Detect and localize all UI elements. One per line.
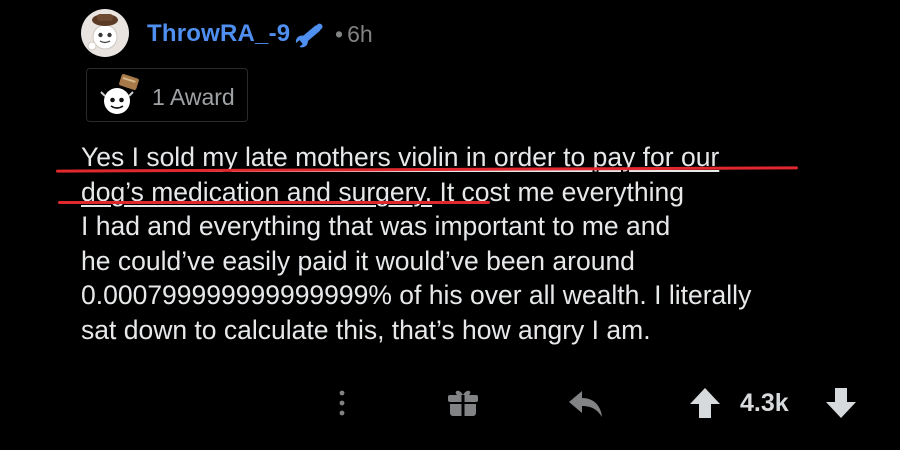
- comment-line: he could’ve easily paid it would’ve been…: [81, 244, 871, 279]
- username-link[interactable]: ThrowRA_-9: [147, 20, 290, 48]
- comment: ThrowRA_-9 • 6h 1 Award Yes I sold my lat…: [0, 0, 900, 450]
- comment-line: I had and everything that was important …: [81, 209, 871, 244]
- mod-badge: [291, 17, 329, 51]
- reply-button[interactable]: [566, 387, 606, 421]
- comment-line: sat down to calculate this, that’s how a…: [81, 313, 871, 348]
- wrench-icon: [294, 23, 323, 48]
- meta-separator: •: [335, 21, 344, 47]
- arrow-down-icon: [826, 388, 856, 418]
- more-vertical-icon: [339, 390, 345, 416]
- arrow-up-icon: [690, 388, 720, 418]
- downvote-button[interactable]: [824, 386, 858, 420]
- comment-timestamp: • 6h: [335, 21, 373, 48]
- line-text: sat down to calculate this, that’s how a…: [81, 314, 651, 345]
- upvote-button[interactable]: [688, 386, 722, 420]
- gift-icon: [448, 390, 478, 416]
- reply-icon: [569, 391, 602, 417]
- snoo-avatar-icon: [81, 9, 129, 57]
- line-text: he could’ve easily paid it would’ve been…: [81, 245, 635, 276]
- award-button[interactable]: [446, 386, 480, 420]
- award-icon: [98, 74, 142, 118]
- line-text: I had and everything that was important …: [81, 211, 671, 241]
- comment-line: 0.000799999999999999% of his over all we…: [81, 278, 871, 313]
- avatar[interactable]: [80, 8, 130, 58]
- line-text: 0.000799999999999999% of his over all we…: [81, 280, 752, 310]
- highlight-stroke: [58, 201, 490, 204]
- more-options-button[interactable]: [332, 385, 352, 421]
- vote-score: 4.3k: [740, 389, 789, 417]
- time-ago: 6h: [347, 21, 373, 47]
- award-count: 1 Award: [152, 84, 235, 110]
